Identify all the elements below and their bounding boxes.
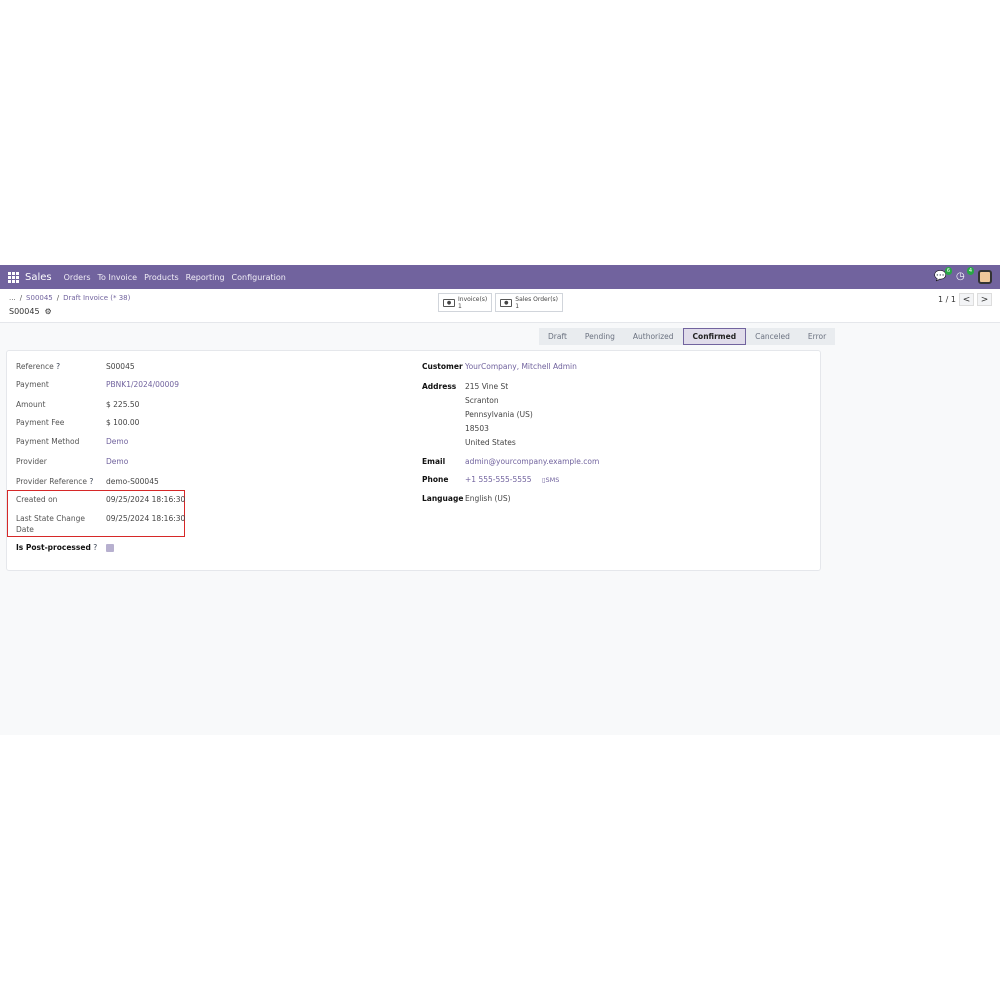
amount-value: $ 225.50 — [106, 400, 140, 409]
invoices-count: 1 — [458, 302, 462, 310]
sales-orders-label: Sales Order(s) — [515, 295, 559, 303]
payment-method-link[interactable]: Demo — [106, 437, 128, 446]
activities-badge: 4 — [966, 267, 974, 275]
created-on-value: 09/25/2024 18:16:30 — [106, 495, 186, 504]
menu-products[interactable]: Products — [144, 273, 179, 282]
breadcrumb-draft-invoice[interactable]: Draft Invoice (* 38) — [63, 294, 130, 302]
address-line-5: United States — [465, 438, 516, 447]
stage-confirmed[interactable]: Confirmed — [682, 328, 747, 345]
record-title: S00045 ⚙ — [9, 307, 52, 316]
app-screen: Sales Orders To Invoice Products Reporti… — [0, 265, 1000, 735]
customer-label: Customer — [422, 362, 463, 371]
systray: 💬 6 ◷ 4 — [934, 267, 992, 284]
provider-reference-value: demo-S00045 — [106, 477, 159, 486]
last-state-change-label-line2: Date — [16, 525, 34, 534]
address-line-2: Scranton — [465, 396, 499, 405]
activities-icon[interactable]: ◷ 4 — [956, 267, 974, 283]
record-title-text: S00045 — [9, 307, 40, 316]
pager: 1 / 1 < > — [938, 293, 992, 306]
stage-authorized[interactable]: Authorized — [623, 328, 683, 345]
money-icon: ● — [500, 298, 513, 307]
provider-label: Provider — [16, 457, 47, 466]
post-processed-checkbox[interactable] — [106, 544, 114, 554]
address-line-4: 18503 — [465, 424, 489, 433]
help-icon[interactable]: ? — [56, 362, 60, 371]
gear-icon[interactable]: ⚙ — [45, 307, 52, 316]
help-icon[interactable]: ? — [89, 477, 93, 486]
address-line-3: Pennsylvania (US) — [465, 410, 533, 419]
phone-label: Phone — [422, 475, 449, 484]
breadcrumb-separator: / — [19, 294, 23, 302]
stage-pending[interactable]: Pending — [575, 328, 624, 345]
sales-orders-count: 1 — [515, 302, 520, 310]
money-icon: ● — [443, 298, 455, 307]
provider-reference-label: Provider Reference ? — [16, 477, 94, 486]
address-label: Address — [422, 382, 457, 391]
customer-link[interactable]: YourCompany, Mitchell Admin — [465, 362, 577, 371]
address-line-1: 215 Vine St — [465, 382, 509, 391]
pager-value[interactable]: 1 / 1 — [938, 295, 956, 304]
invoices-smart-button[interactable]: ● Invoice(s) 1 — [438, 293, 493, 312]
pager-prev-button[interactable]: < — [959, 293, 974, 306]
breadcrumb-separator: / — [56, 294, 60, 302]
top-navbar: Sales Orders To Invoice Products Reporti… — [0, 265, 1000, 289]
user-avatar[interactable] — [978, 270, 992, 284]
menu-to-invoice[interactable]: To Invoice — [98, 273, 138, 282]
sms-button[interactable]: ▯SMS — [542, 476, 559, 484]
last-state-change-label: Last State Change — [16, 514, 85, 523]
apps-grid-icon[interactable] — [8, 271, 19, 283]
post-processed-label: Is Post-processed ? — [16, 543, 98, 552]
breadcrumb-sale-order[interactable]: S00045 — [26, 294, 53, 302]
payment-method-label: Payment Method — [16, 437, 80, 446]
messages-icon[interactable]: 💬 6 — [934, 267, 952, 283]
form-sheet: Reference ? S00045 Payment PBNK1/2024/00… — [6, 350, 821, 571]
messages-badge: 6 — [944, 267, 952, 275]
menu-configuration[interactable]: Configuration — [232, 273, 286, 282]
pager-next-button[interactable]: > — [977, 293, 992, 306]
breadcrumb: ... / S00045 / Draft Invoice (* 38) — [9, 294, 130, 302]
stage-canceled[interactable]: Canceled — [746, 328, 799, 345]
stage-error[interactable]: Error — [798, 328, 836, 345]
amount-label: Amount — [16, 400, 46, 409]
email-label: Email — [422, 457, 446, 466]
payment-label: Payment — [16, 380, 49, 389]
reference-label: Reference ? — [16, 362, 61, 371]
sms-label: SMS — [545, 476, 560, 484]
last-state-change-value: 09/25/2024 18:16:30 — [106, 514, 186, 523]
email-link[interactable]: admin@yourcompany.example.com — [465, 457, 599, 466]
reference-value: S00045 — [106, 362, 135, 371]
checkbox-checked — [106, 544, 114, 552]
payment-fee-value: $ 100.00 — [106, 418, 140, 427]
provider-link[interactable]: Demo — [106, 457, 128, 466]
menu-orders[interactable]: Orders — [64, 273, 91, 282]
app-name[interactable]: Sales — [25, 272, 52, 283]
invoices-label: Invoice(s) — [458, 295, 488, 303]
smart-buttons: ● Invoice(s) 1 ● Sales Order(s) 1 — [438, 293, 566, 312]
menu-reporting[interactable]: Reporting — [186, 273, 225, 282]
breadcrumb-ellipsis[interactable]: ... — [9, 294, 16, 302]
created-on-label: Created on — [16, 495, 58, 504]
status-bar: Draft Pending Authorized Confirmed Cance… — [539, 328, 836, 345]
language-value: English (US) — [465, 494, 511, 503]
payment-link[interactable]: PBNK1/2024/00009 — [106, 380, 179, 389]
payment-fee-label: Payment Fee — [16, 418, 65, 427]
phone-link[interactable]: +1 555-555-5555 — [465, 475, 532, 484]
language-label: Language — [422, 494, 464, 503]
stage-draft[interactable]: Draft — [539, 328, 576, 345]
phone-field: +1 555-555-5555 ▯SMS — [465, 475, 559, 484]
help-icon[interactable]: ? — [93, 543, 97, 552]
sales-orders-smart-button[interactable]: ● Sales Order(s) 1 — [495, 293, 564, 312]
